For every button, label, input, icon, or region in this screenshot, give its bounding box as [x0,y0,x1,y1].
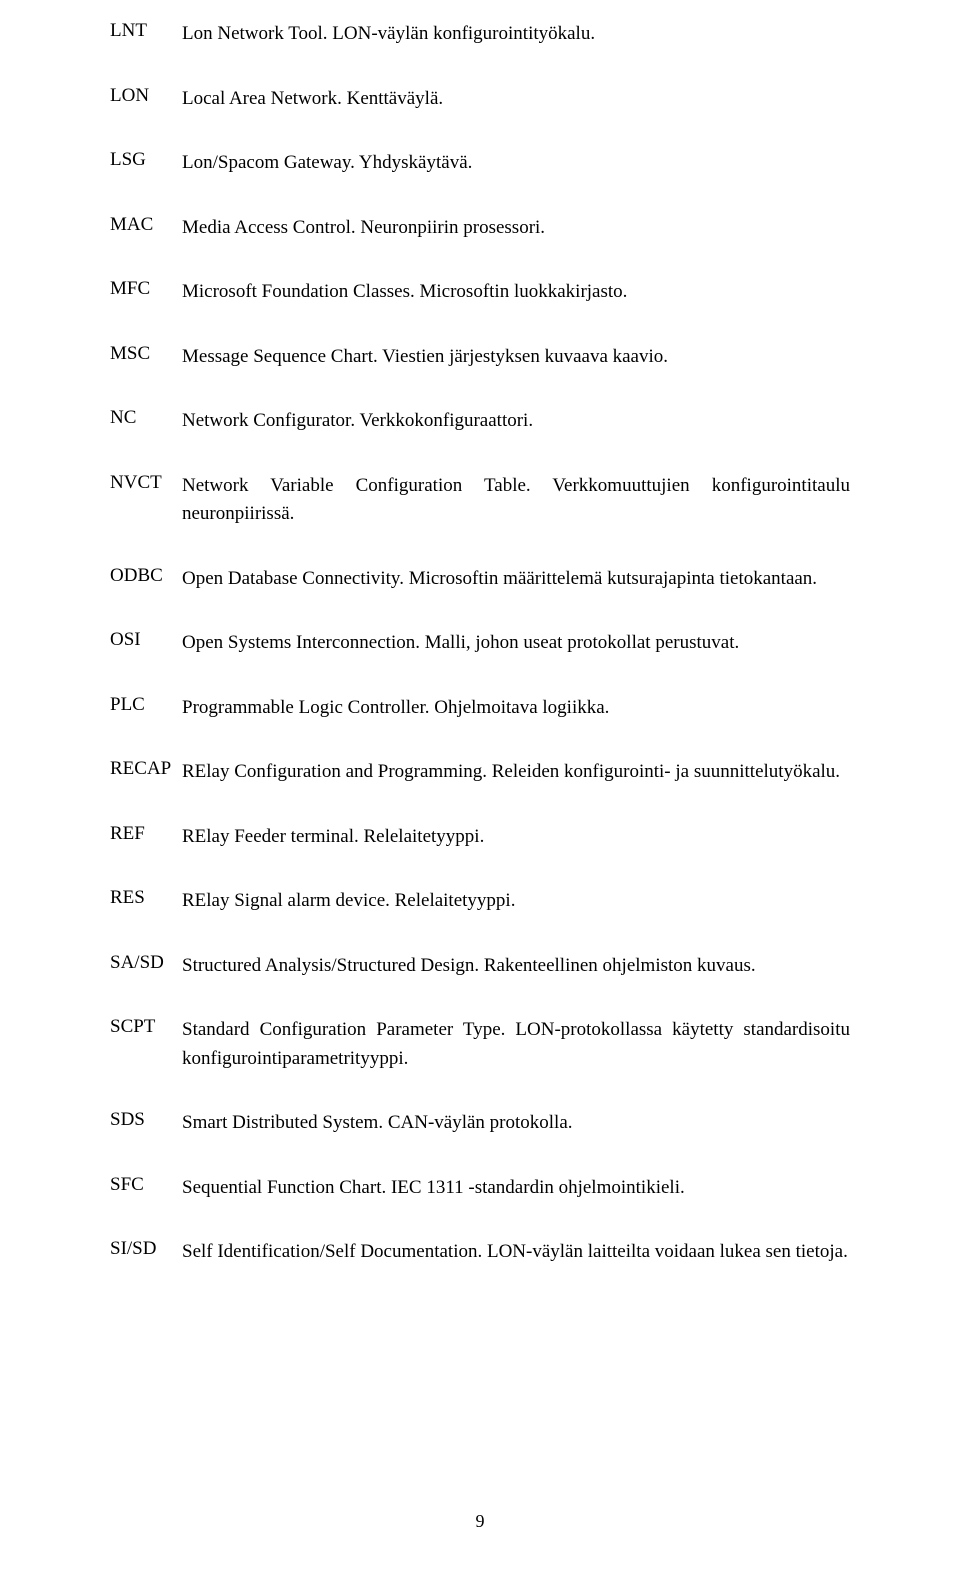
acronym: NC [110,407,182,429]
acronym: LNT [110,20,182,42]
definition: Network Configurator. Verkkokonfiguraatt… [182,407,850,436]
glossary-entry: SA/SDStructured Analysis/Structured Desi… [110,952,850,981]
acronym: REF [110,823,182,845]
acronym: SDS [110,1109,182,1131]
glossary-entry: LONLocal Area Network. Kenttäväylä. [110,85,850,114]
glossary-entry: MSCMessage Sequence Chart. Viestien järj… [110,343,850,372]
acronym: ODBC [110,565,182,587]
definition: Structured Analysis/Structured Design. R… [182,952,850,981]
glossary-list: LNTLon Network Tool. LON-väylän konfigur… [110,20,850,1267]
acronym: SCPT [110,1016,182,1038]
definition: Lon/Spacom Gateway. Yhdyskäytävä. [182,149,850,178]
definition: Media Access Control. Neuronpiirin prose… [182,214,850,243]
glossary-entry: LNTLon Network Tool. LON-väylän konfigur… [110,20,850,49]
glossary-entry: SI/SDSelf Identification/Self Documentat… [110,1238,850,1267]
definition: Network Variable Configuration Table. Ve… [182,472,850,529]
definition: Lon Network Tool. LON-väylän konfiguroin… [182,20,850,49]
glossary-entry: NCNetwork Configurator. Verkkokonfiguraa… [110,407,850,436]
acronym: OSI [110,629,182,651]
glossary-entry: SFCSequential Function Chart. IEC 1311 -… [110,1174,850,1203]
definition: RElay Configuration and Programming. Rel… [182,758,850,787]
acronym: SA/SD [110,952,182,974]
definition: Standard Configuration Parameter Type. L… [182,1016,850,1073]
acronym: LSG [110,149,182,171]
definition: Open Database Connectivity. Microsoftin … [182,565,850,594]
acronym: MSC [110,343,182,365]
acronym: SI/SD [110,1238,182,1260]
definition: RElay Feeder terminal. Relelaitetyyppi. [182,823,850,852]
acronym: PLC [110,694,182,716]
definition: Smart Distributed System. CAN-väylän pro… [182,1109,850,1138]
glossary-entry: SDSSmart Distributed System. CAN-väylän … [110,1109,850,1138]
definition: Self Identification/Self Documentation. … [182,1238,850,1267]
definition: Open Systems Interconnection. Malli, joh… [182,629,850,658]
glossary-entry: LSGLon/Spacom Gateway. Yhdyskäytävä. [110,149,850,178]
glossary-entry: OSIOpen Systems Interconnection. Malli, … [110,629,850,658]
glossary-entry: MACMedia Access Control. Neuronpiirin pr… [110,214,850,243]
acronym: RES [110,887,182,909]
definition: Programmable Logic Controller. Ohjelmoit… [182,694,850,723]
page-number: 9 [0,1511,960,1532]
glossary-entry: SCPTStandard Configuration Parameter Typ… [110,1016,850,1073]
document-page: LNTLon Network Tool. LON-väylän konfigur… [0,0,960,1584]
glossary-entry: RESRElay Signal alarm device. Relelaitet… [110,887,850,916]
definition: RElay Signal alarm device. Relelaitetyyp… [182,887,850,916]
glossary-entry: ODBCOpen Database Connectivity. Microsof… [110,565,850,594]
definition: Microsoft Foundation Classes. Microsofti… [182,278,850,307]
glossary-entry: RECAPRElay Configuration and Programming… [110,758,850,787]
acronym: MFC [110,278,182,300]
glossary-entry: NVCTNetwork Variable Configuration Table… [110,472,850,529]
definition: Message Sequence Chart. Viestien järjest… [182,343,850,372]
definition: Local Area Network. Kenttäväylä. [182,85,850,114]
glossary-entry: MFCMicrosoft Foundation Classes. Microso… [110,278,850,307]
acronym: RECAP [110,758,182,780]
acronym: NVCT [110,472,182,494]
acronym: LON [110,85,182,107]
acronym: SFC [110,1174,182,1196]
acronym: MAC [110,214,182,236]
glossary-entry: PLCProgrammable Logic Controller. Ohjelm… [110,694,850,723]
definition: Sequential Function Chart. IEC 1311 -sta… [182,1174,850,1203]
glossary-entry: REFRElay Feeder terminal. Relelaitetyypp… [110,823,850,852]
